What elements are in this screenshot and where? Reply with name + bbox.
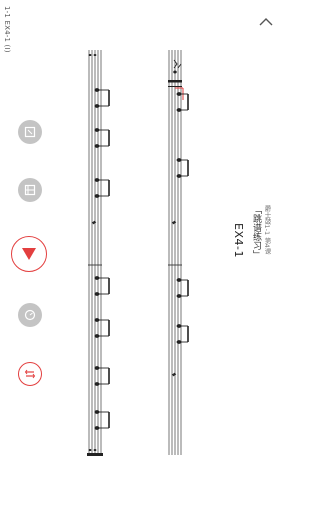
layout-button[interactable] [18, 178, 42, 202]
exercise-title-block: 爵士鼓1-1 第4课 「跳谱练习」 EX4-1 [222, 205, 278, 295]
chevron-up-icon [259, 18, 273, 26]
exercise-heading: 「跳谱练习」 [251, 205, 261, 259]
status-text: 1-1 EX4-1 (I) [3, 6, 11, 53]
layout-icon [24, 184, 36, 196]
timer-icon [24, 309, 36, 321]
exercise-code: EX4-1 [232, 223, 245, 258]
timer-button[interactable] [18, 303, 42, 327]
score-view-icon [24, 126, 36, 138]
lesson-subtitle: 爵士鼓1-1 第4课 [263, 205, 271, 255]
score-view-button[interactable] [18, 120, 42, 144]
play-button[interactable] [11, 236, 47, 272]
tempo-adjust-icon [24, 369, 36, 379]
tempo-adjust-button[interactable] [18, 362, 42, 386]
play-icon [22, 248, 36, 260]
collapse-button[interactable] [256, 12, 276, 32]
drum-score [87, 50, 189, 456]
staff-system-2 [168, 50, 189, 455]
staff-system-1 [87, 50, 110, 456]
